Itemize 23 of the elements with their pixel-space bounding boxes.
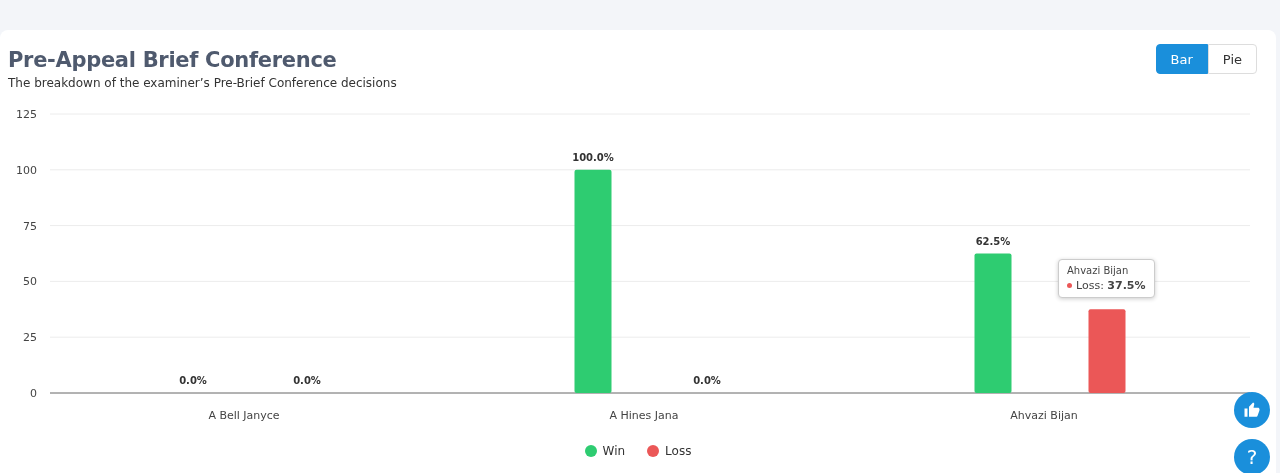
thumbs-up-icon: [1243, 401, 1261, 419]
legend-label[interactable]: Loss: [665, 444, 692, 458]
chart-title: Pre-Appeal Brief Conference: [8, 48, 337, 72]
y-tick-label: 100: [16, 163, 37, 177]
y-tick-label: 50: [23, 275, 37, 289]
x-tick-label: Ahvazi Bijan: [1010, 409, 1078, 422]
x-tick-label: A Bell Janyce: [208, 409, 280, 422]
y-tick-label: 75: [23, 219, 37, 233]
x-tick-label: A Hines Jana: [609, 409, 679, 422]
value-label: 0.0%: [179, 375, 207, 386]
value-label: 100.0%: [572, 151, 614, 163]
value-label: 0.0%: [693, 375, 721, 386]
y-tick-label: 125: [16, 108, 37, 121]
y-tick-label: 0: [30, 387, 37, 400]
value-label: 0.0%: [293, 375, 321, 386]
tooltip-value: Loss: 37.5%: [1076, 279, 1146, 292]
legend-label[interactable]: Win: [602, 444, 626, 458]
view-toggle-button[interactable]: Bar: [1155, 44, 1208, 74]
view-toggle-button[interactable]: Pie: [1207, 44, 1257, 74]
tooltip-title: Ahvazi Bijan: [1067, 265, 1129, 276]
chart-subtitle: The breakdown of the examiner’s Pre-Brief Conference decisions: [8, 76, 397, 90]
y-tick-label: 25: [23, 331, 37, 345]
value-label: 62.5%: [975, 235, 1011, 247]
